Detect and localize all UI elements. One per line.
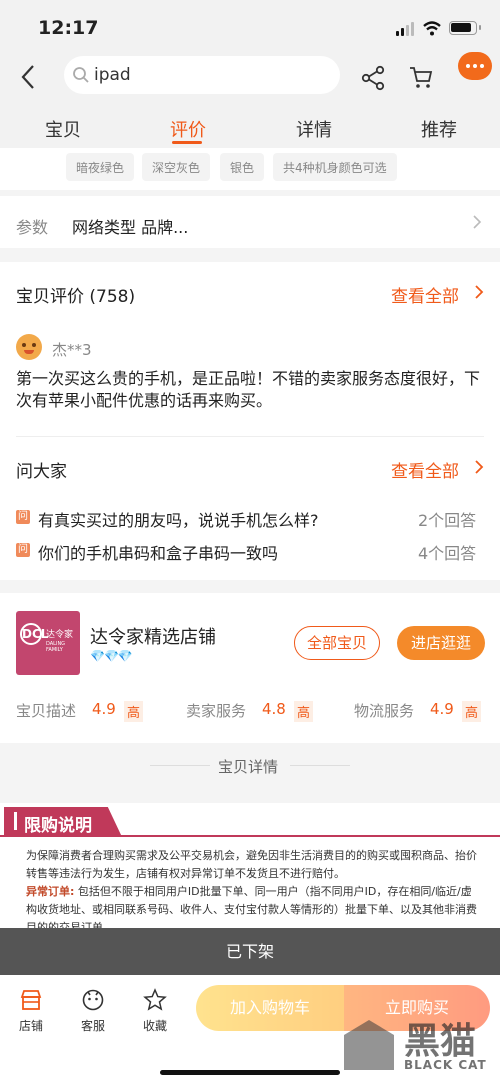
params-label: 参数 xyxy=(16,218,49,237)
diamond-rating-icon: 💎💎💎 xyxy=(90,649,133,663)
abnormal-label: 异常订单: xyxy=(26,885,75,898)
tab-bar: 宝贝 评价 详情 推荐 xyxy=(0,104,500,148)
rating-score: 4.8 xyxy=(262,700,286,718)
search-value: ipad xyxy=(94,65,131,85)
rating-score: 4.9 xyxy=(430,700,454,718)
question-item[interactable]: 问 你们的手机串码和盒子串码一致吗 4个回答 xyxy=(0,535,500,565)
limit-para1: 为保障消费者合理购买需求及公平交易机会，避免因非生活消费目的的购买或囤积商品、抬… xyxy=(26,849,477,880)
limit-title: 限购说明 xyxy=(24,816,92,836)
review-text: 第一次买这么贵的手机，是正品啦！不错的卖家服务态度很好，下次有苹果小配件优惠的话… xyxy=(16,369,481,410)
back-icon[interactable] xyxy=(20,64,36,90)
search-input[interactable]: ipad xyxy=(64,56,340,94)
color-chip[interactable]: 深空灰色 xyxy=(142,153,211,181)
question-item[interactable]: 问 有真实买过的朋友吗，说说手机怎么样? 2个回答 xyxy=(0,502,500,532)
battery-icon xyxy=(449,21,481,35)
shop-name[interactable]: 达令家精选店铺 xyxy=(90,623,216,649)
limit-para2-block: 异常订单: 包括但不限于相同用户ID批量下单、同一用户（指不同用户ID，存在相同… xyxy=(26,883,480,928)
color-chip[interactable]: 暗夜绿色 xyxy=(66,153,135,181)
detail-divider-label: 宝贝详情 xyxy=(218,758,279,776)
tab-recommend[interactable]: 推荐 xyxy=(421,116,457,142)
tab-active-indicator xyxy=(172,141,202,144)
share-icon[interactable] xyxy=(361,65,385,91)
tab-reviews[interactable]: 评价 xyxy=(170,116,206,142)
rating-label: 宝贝描述 xyxy=(16,702,77,720)
answer-count: 4个回答 xyxy=(418,544,477,563)
rating-score: 4.9 xyxy=(92,700,116,718)
limit-notice: 限购说明 为保障消费者合理购买需求及公平交易机会，避免因非生活消费目的的购买或囤… xyxy=(0,803,500,928)
params-row[interactable]: 参数 网络类型 品牌... xyxy=(0,196,500,248)
question-text: 你们的手机串码和盒子串码一致吗 xyxy=(38,544,279,563)
shop-logo-letters: DCL xyxy=(22,627,49,641)
color-chip[interactable]: 共4种机身颜色可选 xyxy=(273,153,397,181)
limit-banner: 限购说明 xyxy=(0,807,500,837)
shop-card: DCL 达令家 DALING FAMILY 达令家精选店铺 💎💎💎 全部宝贝 进… xyxy=(0,593,500,743)
limit-para2: 包括但不限于相同用户ID批量下单、同一用户（指不同用户ID，存在相同/临近/虚构… xyxy=(26,885,477,928)
signal-icon xyxy=(396,22,416,36)
tab-item[interactable]: 宝贝 xyxy=(45,116,81,142)
bottom-shop-button[interactable]: 店铺 xyxy=(6,988,56,1034)
status-bar: 12:17 xyxy=(0,0,500,50)
reviews-title: 宝贝评价 (758) xyxy=(16,287,136,307)
banner-bar xyxy=(14,812,17,830)
shop-logo[interactable]: DCL 达令家 DALING FAMILY xyxy=(16,611,80,675)
watermark-cn: 黑猫 xyxy=(404,1021,477,1062)
rating-label: 物流服务 xyxy=(354,702,415,720)
customer-service-icon xyxy=(82,989,104,1011)
bottom-shop-label: 店铺 xyxy=(18,1019,43,1033)
wifi-icon xyxy=(423,21,441,36)
bottom-service-label: 客服 xyxy=(80,1019,105,1033)
chevron-right-icon[interactable] xyxy=(474,284,484,300)
bottom-favorite-label: 收藏 xyxy=(142,1019,167,1033)
status-time: 12:17 xyxy=(38,17,99,39)
chevron-right-icon[interactable] xyxy=(474,459,484,475)
tab-details[interactable]: 详情 xyxy=(296,116,332,142)
params-value: 网络类型 品牌... xyxy=(72,218,189,237)
divider-line xyxy=(290,765,350,766)
bottom-service-button[interactable]: 客服 xyxy=(68,988,118,1034)
all-items-button[interactable]: 全部宝贝 xyxy=(294,626,380,660)
reviewer-name: 杰**3 xyxy=(52,341,92,359)
reviews-card: 宝贝评价 (758) 查看全部 杰**3 第一次买这么贵的手机，是正品啦！不错的… xyxy=(0,262,500,580)
rating-label: 卖家服务 xyxy=(186,702,247,720)
shop-logo-en: DALING FAMILY xyxy=(46,641,66,653)
chevron-right-icon xyxy=(473,215,482,229)
divider-line xyxy=(150,765,210,766)
star-icon xyxy=(143,988,167,1011)
shop-icon xyxy=(20,990,42,1010)
shop-logo-cn: 达令家 xyxy=(46,630,74,640)
reviews-view-all[interactable]: 查看全部 xyxy=(391,282,459,307)
off-shelf-banner: 已下架 xyxy=(0,928,500,975)
enter-shop-button[interactable]: 进店逛逛 xyxy=(397,626,485,660)
avatar xyxy=(16,334,42,360)
ask-title: 问大家 xyxy=(16,462,67,482)
search-icon xyxy=(73,67,89,83)
rating-level: 高 xyxy=(294,701,314,722)
answer-count: 2个回答 xyxy=(418,511,477,530)
bottom-favorite-button[interactable]: 收藏 xyxy=(130,988,180,1034)
ask-view-all[interactable]: 查看全部 xyxy=(391,457,459,482)
color-chips-row: 暗夜绿色 深空灰色 银色 共4种机身颜色可选 xyxy=(0,148,500,190)
question-icon: 问 xyxy=(16,543,30,557)
color-chip[interactable]: 银色 xyxy=(220,153,265,181)
rating-level: 高 xyxy=(124,701,144,722)
more-menu-icon[interactable] xyxy=(458,52,492,80)
divider xyxy=(16,436,484,437)
cart-icon[interactable] xyxy=(408,64,434,90)
question-icon: 问 xyxy=(16,510,30,524)
question-text: 有真实买过的朋友吗，说说手机怎么样? xyxy=(38,511,319,530)
home-indicator xyxy=(160,1070,340,1075)
rating-level: 高 xyxy=(462,701,482,722)
add-to-cart-button[interactable]: 加入购物车 xyxy=(196,985,344,1031)
watermark-en: BLACK CAT xyxy=(404,1058,487,1072)
